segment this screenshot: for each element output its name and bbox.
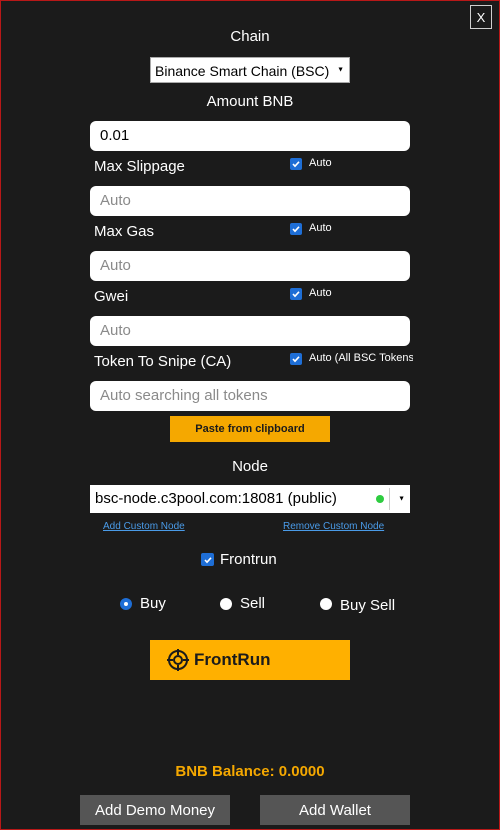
close-button[interactable]: X xyxy=(470,5,492,29)
slippage-label: Max Slippage xyxy=(94,158,185,175)
frontrun-button-label: FrontRun xyxy=(194,650,271,669)
add-wallet-button[interactable]: Add Wallet xyxy=(260,795,410,825)
slippage-auto-checkbox[interactable] xyxy=(290,158,302,170)
check-icon xyxy=(292,356,300,363)
amount-input[interactable]: 0.01 xyxy=(90,121,410,151)
amount-label: Amount BNB xyxy=(206,93,294,110)
slippage-auto-label: Auto xyxy=(309,157,332,169)
gwei-label: Gwei xyxy=(94,288,129,305)
add-demo-money-button[interactable]: Add Demo Money xyxy=(80,795,230,825)
gwei-input[interactable]: Auto xyxy=(90,316,410,346)
gas-auto-checkbox[interactable] xyxy=(290,223,302,235)
check-icon xyxy=(203,556,212,563)
frontrun-checkbox-label: Frontrun xyxy=(220,551,277,568)
gas-auto-label: Auto xyxy=(309,222,332,234)
remove-custom-node-link[interactable]: Remove Custom Node xyxy=(283,521,384,532)
radio-buy[interactable] xyxy=(120,598,132,610)
bnb-balance: BNB Balance: 0.0000 xyxy=(175,763,325,780)
token-input[interactable]: Auto searching all tokens xyxy=(90,381,410,411)
gwei-auto-checkbox[interactable] xyxy=(290,288,302,300)
token-auto-checkbox[interactable] xyxy=(290,353,302,365)
frontrun-checkbox[interactable] xyxy=(201,553,214,566)
check-icon xyxy=(292,226,300,233)
check-icon xyxy=(292,291,300,298)
chevron-down-icon: ▼ xyxy=(398,495,405,503)
gwei-auto-label: Auto xyxy=(309,287,332,299)
radio-buy-label: Buy xyxy=(140,595,166,612)
radio-sell-label: Sell xyxy=(240,595,266,612)
node-status-dot-icon xyxy=(376,495,384,503)
add-custom-node-link[interactable]: Add Custom Node xyxy=(103,521,185,532)
node-select-value: bsc-node.c3pool.com:18081 (public) xyxy=(95,490,337,507)
node-label: Node xyxy=(232,458,268,475)
chain-label: Chain xyxy=(230,28,270,45)
chevron-down-icon: ▼ xyxy=(337,66,344,74)
radio-buy-sell-label: Buy Sell xyxy=(340,597,396,614)
radio-sell[interactable] xyxy=(220,598,232,610)
chain-select[interactable]: Binance Smart Chain (BSC) ▼ xyxy=(150,57,350,83)
crosshair-icon xyxy=(167,649,189,671)
paste-from-clipboard-button[interactable]: Paste from clipboard xyxy=(170,416,330,442)
token-label: Token To Snipe (CA) xyxy=(94,353,232,370)
slippage-input[interactable]: Auto xyxy=(90,186,410,216)
check-icon xyxy=(292,161,300,168)
gas-input[interactable]: Auto xyxy=(90,251,410,281)
radio-buy-sell[interactable] xyxy=(320,598,332,610)
token-auto-label: Auto (All BSC Tokens xyxy=(309,352,413,364)
chain-select-value: Binance Smart Chain (BSC) xyxy=(155,63,330,79)
gas-label: Max Gas xyxy=(94,223,155,240)
frontrun-button[interactable]: FrontRun xyxy=(150,640,350,680)
node-select[interactable]: bsc-node.c3pool.com:18081 (public) ▼ xyxy=(90,485,410,513)
divider xyxy=(389,488,390,510)
